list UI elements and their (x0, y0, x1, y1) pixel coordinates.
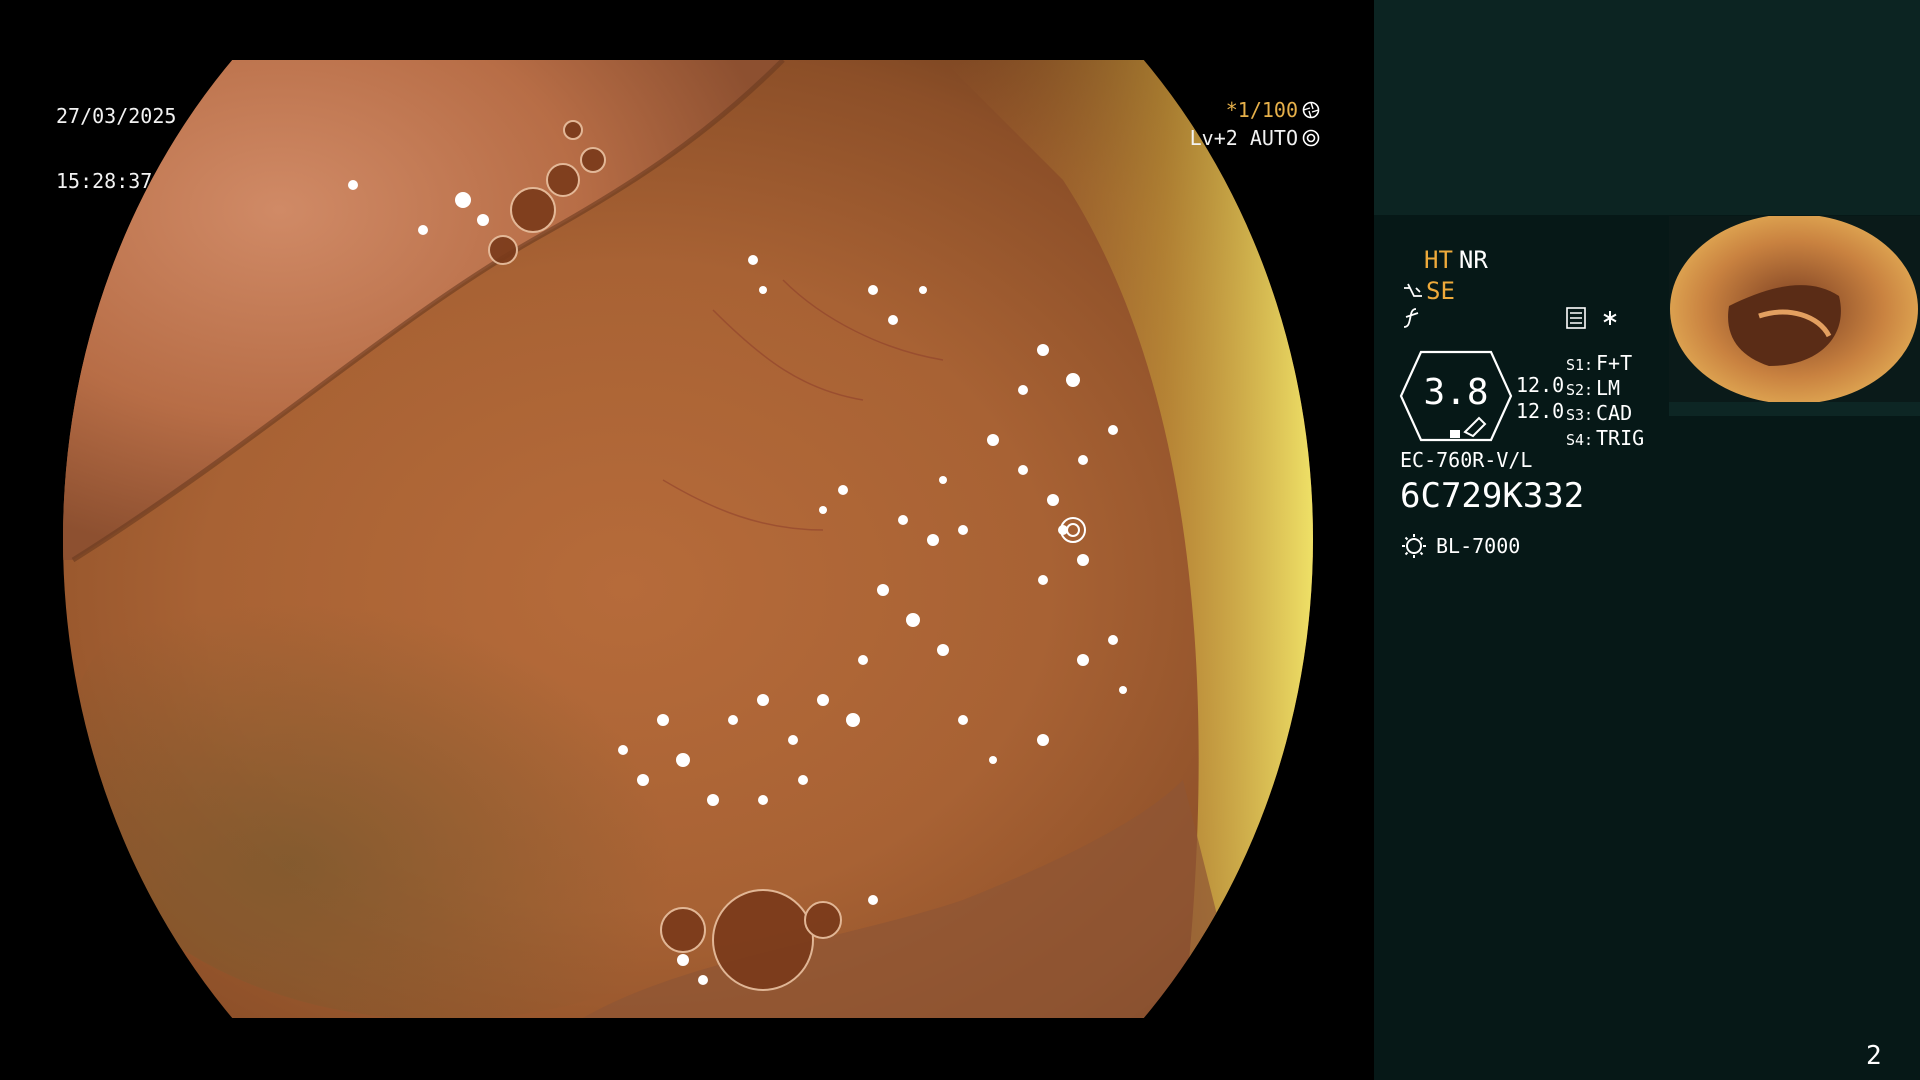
scope-key: S3: (1566, 406, 1594, 424)
scope-value: LM (1596, 376, 1621, 400)
structure-enhance-row: SE (1402, 277, 1455, 305)
se-label: SE (1426, 277, 1455, 305)
misc-icons (1566, 307, 1618, 329)
scope-value: F+T (1596, 351, 1633, 375)
light-source-icon (1402, 534, 1426, 558)
thumbnail-image (1669, 216, 1920, 402)
light-source-row: BL-7000 (1400, 532, 1520, 560)
processing-modes: HT NR (1424, 246, 1488, 274)
scope-mode-1: S1: F+T (1566, 351, 1644, 376)
gauge-number-1: 12.0 (1516, 373, 1565, 397)
gauge-value: 3.8 (1423, 372, 1489, 413)
time-text: 15:28:37 (56, 169, 153, 193)
light-source-label: BL-7000 (1436, 534, 1521, 558)
scope-mode-3: S3: CAD (1566, 401, 1644, 426)
level-text: Lv+2 AUTO (1189, 126, 1298, 150)
date-time-display: 27/03/2025 15:28:37 (56, 66, 176, 236)
scope-model: EC-760R-V/L (1400, 448, 1533, 472)
capture-thumbnail[interactable] (1669, 216, 1920, 402)
asterisk-icon (1603, 311, 1617, 325)
aperture-icon (1302, 101, 1320, 119)
sun-cog-icon (1302, 129, 1320, 147)
ht-label: HT (1424, 246, 1453, 274)
scope-key: S4: (1566, 431, 1594, 449)
scope-value: TRIG (1596, 426, 1645, 450)
structure-enhance-icon (1404, 283, 1422, 297)
info-panel-header (1374, 0, 1920, 215)
date-text: 27/03/2025 (56, 104, 177, 128)
color-enhance-row (1402, 307, 1422, 329)
gauge-number-2: 12.0 (1516, 399, 1565, 423)
page-number: 2 (1866, 1041, 1882, 1071)
scope-key: S2: (1566, 381, 1594, 399)
scope-switch-list: S1: F+T S2: LM S3: CAD S4: TRIG (1566, 351, 1644, 451)
menu-icon[interactable] (1566, 307, 1586, 329)
nr-label: NR (1458, 246, 1488, 274)
shutter-text: *1/100 (1225, 98, 1298, 122)
thumbnail-bar (1669, 402, 1920, 416)
scope-value: CAD (1596, 401, 1633, 425)
endoscope-image (63, 60, 1313, 1018)
scope-serial: 6C729K332 (1400, 476, 1585, 516)
level-readout: Lv+2 AUTO (1190, 128, 1320, 148)
gauge-numbers: 12.0 12.0 (1516, 373, 1564, 425)
shutter-readout: *1/100 (1226, 100, 1320, 120)
scope-mode-2: S2: LM (1566, 376, 1644, 401)
color-enhance-icon (1403, 308, 1419, 328)
scope-mode-4: S4: TRIG (1566, 426, 1644, 451)
scope-key: S1: (1566, 356, 1594, 374)
endoscope-view (63, 60, 1313, 1018)
endoscopy-screen: 27/03/2025 15:28:37 *1/100 Lv+2 AUTO HT … (0, 0, 1920, 1080)
